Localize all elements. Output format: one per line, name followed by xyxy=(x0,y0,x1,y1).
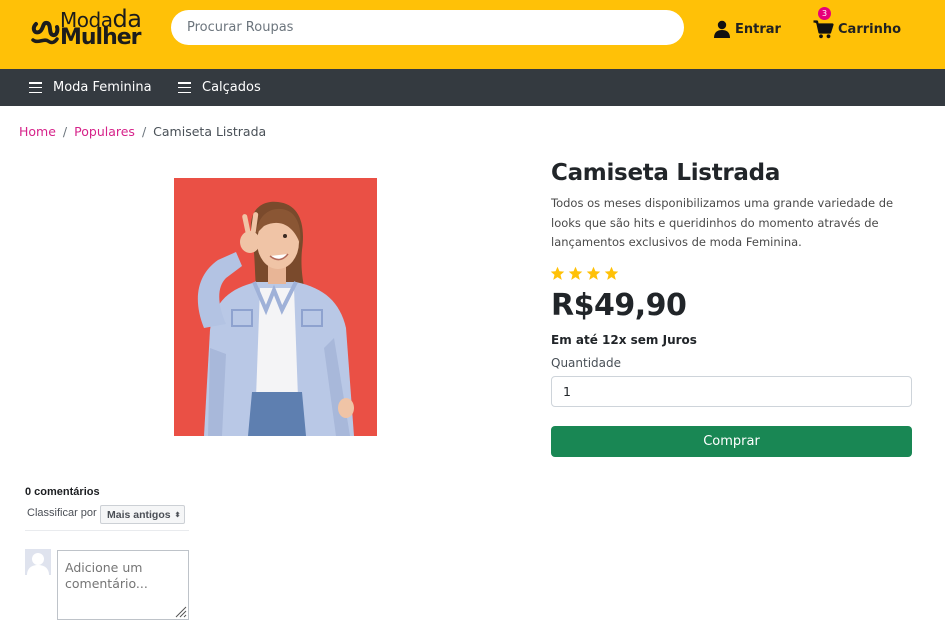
rating-stars xyxy=(550,266,619,281)
nav-item-calcados[interactable]: Calçados xyxy=(178,69,261,106)
breadcrumb-separator: / xyxy=(62,124,68,139)
login-label: Entrar xyxy=(735,21,781,37)
category-nav: Moda Feminina Calçados xyxy=(0,69,945,106)
logo-word-mulher: Mulher xyxy=(60,25,142,50)
breadcrumb-populares[interactable]: Populares xyxy=(74,124,135,139)
sort-select[interactable]: Mais antigos ⬍ xyxy=(100,505,185,524)
logo-mark-icon xyxy=(31,20,60,45)
default-avatar-icon xyxy=(25,549,51,575)
product-price: R$49,90 xyxy=(551,288,687,323)
cart-link[interactable]: Carrinho xyxy=(813,18,901,40)
product-image xyxy=(174,178,377,436)
search-input[interactable] xyxy=(171,10,684,45)
user-icon xyxy=(714,20,730,38)
breadcrumb: Home / Populares / Camiseta Listrada xyxy=(19,124,266,139)
menu-icon xyxy=(29,82,42,93)
top-header: Modada Mulher Entrar Carrinho 3 xyxy=(0,0,945,69)
product-title: Camiseta Listrada xyxy=(551,160,781,186)
star-icon xyxy=(586,266,601,280)
resize-handle-icon[interactable] xyxy=(173,604,187,618)
breadcrumb-separator: / xyxy=(141,124,147,139)
avatar xyxy=(25,549,51,575)
breadcrumb-home[interactable]: Home xyxy=(19,124,56,139)
quantity-label: Quantidade xyxy=(551,356,622,370)
star-icon xyxy=(550,266,565,280)
nav-item-moda-feminina[interactable]: Moda Feminina xyxy=(29,69,152,106)
sort-select-value: Mais antigos xyxy=(107,508,171,521)
buy-button[interactable]: Comprar xyxy=(551,426,912,457)
cart-icon xyxy=(813,19,834,38)
select-arrows-icon: ⬍ xyxy=(174,511,181,519)
cart-count-badge: 3 xyxy=(818,7,831,20)
comments-divider xyxy=(25,530,189,531)
star-icon xyxy=(604,266,619,280)
product-photo xyxy=(174,178,377,436)
comment-input[interactable] xyxy=(57,550,189,620)
cart-label: Carrinho xyxy=(838,21,902,37)
nav-item-label: Moda Feminina xyxy=(53,80,152,95)
login-link[interactable]: Entrar xyxy=(713,18,781,40)
sort-label: Classificar por xyxy=(27,507,97,519)
comments-count: 0 comentários xyxy=(25,486,100,498)
site-logo[interactable]: Modada Mulher xyxy=(30,7,145,52)
star-icon xyxy=(568,266,583,280)
breadcrumb-current: Camiseta Listrada xyxy=(153,124,267,139)
nav-item-label: Calçados xyxy=(202,80,261,95)
installments-info: Em até 12x sem Juros xyxy=(551,333,697,347)
product-description: Todos os meses disponibilizamos uma gran… xyxy=(551,196,894,249)
quantity-input[interactable] xyxy=(551,376,912,407)
menu-icon xyxy=(178,82,191,93)
